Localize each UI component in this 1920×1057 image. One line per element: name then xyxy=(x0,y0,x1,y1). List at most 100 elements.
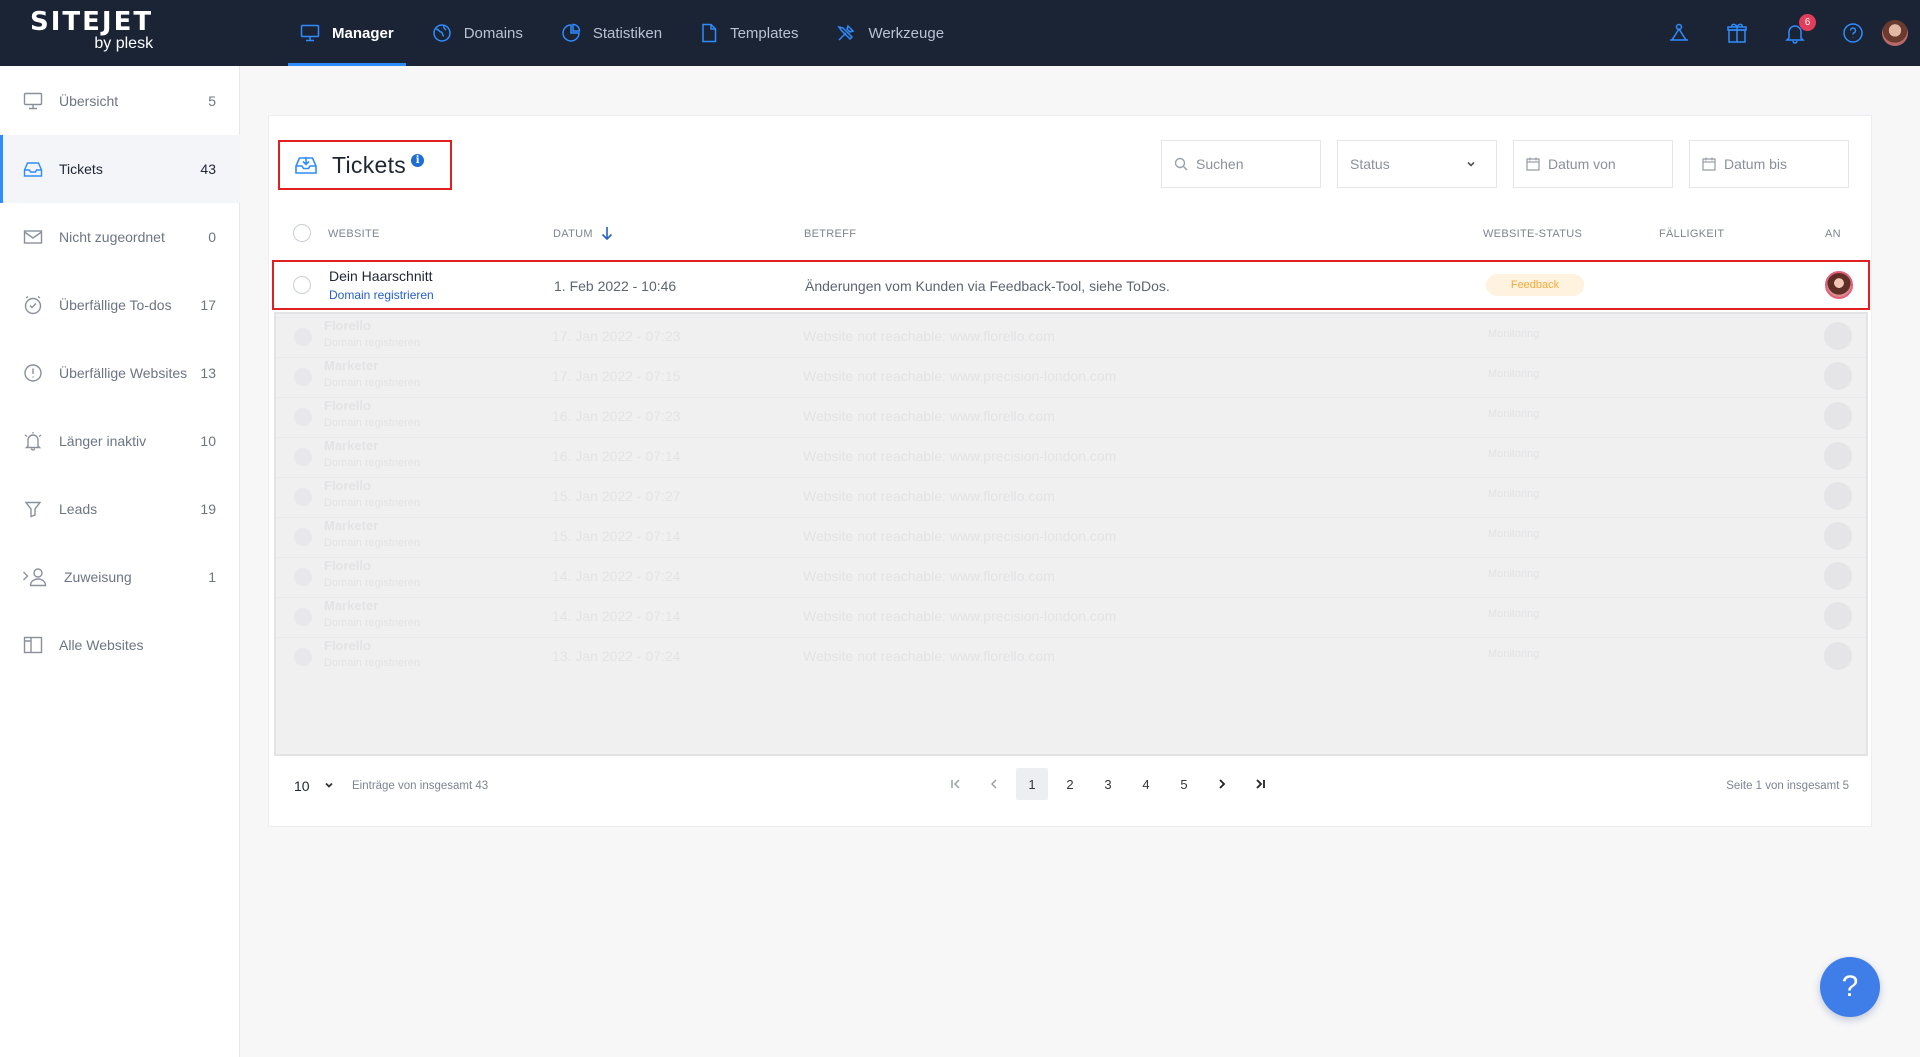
placeholder-checkbox xyxy=(294,328,312,346)
nav-domains[interactable]: Domains xyxy=(420,0,535,66)
sidebar-item-zuweisung[interactable]: Zuweisung 1 xyxy=(0,543,240,611)
sidebar-item-alle-websites[interactable]: Alle Websites xyxy=(0,611,240,679)
row-website-name[interactable]: Dein Haarschnitt xyxy=(329,268,433,284)
row-checkbox[interactable] xyxy=(293,276,311,294)
page-2-button[interactable]: 2 xyxy=(1054,768,1086,800)
placeholder-status: Monitoring xyxy=(1488,608,1540,620)
last-page-button[interactable] xyxy=(1244,768,1276,800)
calendar-icon xyxy=(1702,157,1716,171)
placeholder-avatar xyxy=(1824,482,1852,510)
sidebar-item-leads[interactable]: Leads 19 xyxy=(0,475,240,543)
placeholder-date: 14. Jan 2022 - 07:24 xyxy=(552,568,681,584)
nav-werkzeuge[interactable]: Werkzeuge xyxy=(824,0,956,66)
clock-icon xyxy=(22,294,44,316)
sitejet-logo[interactable]: SITEJET by plesk xyxy=(30,8,153,53)
select-all-checkbox[interactable] xyxy=(293,224,311,242)
sidebar-item-label: Überfällige Websites xyxy=(59,365,188,381)
placeholder-link: Domain registrieren xyxy=(324,337,420,349)
placeholder-link: Domain registrieren xyxy=(324,617,420,629)
placeholder-status: Monitoring xyxy=(1488,568,1540,580)
notifications-button[interactable]: 6 xyxy=(1766,0,1824,66)
search-placeholder: Suchen xyxy=(1196,156,1244,172)
placeholder-link: Domain registrieren xyxy=(324,657,420,669)
placeholder-link: Domain registrieren xyxy=(324,377,420,389)
sort-arrow-down-icon[interactable] xyxy=(601,226,613,240)
placeholder-checkbox xyxy=(294,648,312,666)
sidebar-item-ueberfaellige-websites[interactable]: Überfällige Websites 13 xyxy=(0,339,240,407)
sidebar-item-laenger-inaktiv[interactable]: Länger inaktiv 10 xyxy=(0,407,240,475)
column-betreff[interactable]: BETREFF xyxy=(804,228,856,240)
placeholder-subject: Website not reachable: www.precision-lon… xyxy=(803,528,1117,544)
sidebar: Übersicht 5 Tickets 43 Nicht zugeordnet … xyxy=(0,66,240,1057)
gift-button[interactable] xyxy=(1708,0,1766,66)
placeholder-date: 15. Jan 2022 - 07:27 xyxy=(552,488,681,504)
placeholder-avatar xyxy=(1824,362,1852,390)
placeholder-avatar xyxy=(1824,602,1852,630)
column-datum[interactable]: DATUM xyxy=(553,228,593,240)
placeholder-checkbox xyxy=(294,368,312,386)
page-5-button[interactable]: 5 xyxy=(1168,768,1200,800)
sidebar-item-count: 10 xyxy=(200,433,216,449)
placeholder-website: Marketer xyxy=(324,518,379,533)
column-website[interactable]: WEBSITE xyxy=(328,228,380,240)
user-assign-icon xyxy=(22,566,48,588)
nav-manager[interactable]: Manager xyxy=(288,0,406,66)
nav-statistiken[interactable]: Statistiken xyxy=(549,0,674,66)
column-an[interactable]: AN xyxy=(1825,228,1841,240)
table-row[interactable]: Dein Haarschnitt Domain registrieren 1. … xyxy=(272,260,1870,310)
date-to-input[interactable]: Datum bis xyxy=(1689,140,1849,188)
sidebar-item-count: 5 xyxy=(208,93,216,109)
status-select[interactable]: Status xyxy=(1337,140,1497,188)
column-website-status[interactable]: WEBSITE-STATUS xyxy=(1483,228,1582,240)
question-circle-icon xyxy=(1843,23,1863,43)
row-date: 1. Feb 2022 - 10:46 xyxy=(554,278,677,294)
placeholder-date: 14. Jan 2022 - 07:14 xyxy=(552,608,681,624)
row-domain-link[interactable]: Domain registrieren xyxy=(329,288,434,302)
placeholder-avatar xyxy=(1824,442,1852,470)
community-button[interactable] xyxy=(1650,0,1708,66)
placeholder-website: Florello xyxy=(324,318,371,333)
next-page-button[interactable] xyxy=(1206,768,1238,800)
main-nav: Manager Domains Statistiken Templates We… xyxy=(288,0,970,66)
sidebar-item-ueberfaellige-todos[interactable]: Überfällige To-dos 17 xyxy=(0,271,240,339)
date-from-input[interactable]: Datum von xyxy=(1513,140,1673,188)
page-3-button[interactable]: 3 xyxy=(1092,768,1124,800)
sidebar-item-label: Übersicht xyxy=(59,93,119,109)
chevron-down-icon[interactable] xyxy=(324,780,334,790)
placeholder-website: Florello xyxy=(324,558,371,573)
sidebar-item-tickets[interactable]: Tickets 43 xyxy=(0,135,240,203)
filter-bar: Suchen Status Datum von Datum bis xyxy=(1145,140,1849,188)
inbox-icon xyxy=(22,158,44,180)
help-chat-button[interactable]: ? xyxy=(1820,957,1880,1017)
nav-templates[interactable]: Templates xyxy=(688,0,810,66)
row-subject[interactable]: Änderungen vom Kunden via Feedback-Tool,… xyxy=(805,278,1170,294)
info-icon[interactable]: i xyxy=(411,153,425,167)
placeholder-checkbox xyxy=(294,608,312,626)
first-page-button[interactable] xyxy=(940,768,972,800)
page-4-button[interactable]: 4 xyxy=(1130,768,1162,800)
placeholder-subject: Website not reachable: www.precision-lon… xyxy=(803,608,1117,624)
columns-icon xyxy=(22,634,44,656)
assignee-avatar[interactable] xyxy=(1825,271,1853,299)
sidebar-item-label: Tickets xyxy=(59,161,103,177)
search-input[interactable]: Suchen xyxy=(1161,140,1321,188)
prev-page-button[interactable] xyxy=(978,768,1010,800)
placeholder-link: Domain registrieren xyxy=(324,537,420,549)
nav-werkzeuge-label: Werkzeuge xyxy=(868,24,945,42)
placeholder-subject: Website not reachable: www.florello.com xyxy=(803,568,1055,584)
placeholder-avatar xyxy=(1824,642,1852,670)
page-1-button[interactable]: 1 xyxy=(1016,768,1048,800)
column-faelligkeit[interactable]: FÄLLIGKEIT xyxy=(1659,228,1724,240)
sidebar-item-uebersicht[interactable]: Übersicht 5 xyxy=(0,67,240,135)
placeholder-subject: Website not reachable: www.precision-lon… xyxy=(803,368,1117,384)
network-icon xyxy=(1670,23,1688,41)
nav-templates-label: Templates xyxy=(730,24,799,42)
placeholder-avatar xyxy=(1824,562,1852,590)
user-avatar[interactable] xyxy=(1882,20,1908,46)
placeholder-website: Marketer xyxy=(324,358,379,373)
per-page-select[interactable]: 10 xyxy=(294,778,310,794)
sidebar-item-nicht-zugeordnet[interactable]: Nicht zugeordnet 0 xyxy=(0,203,240,271)
tickets-card: Tickets i Suchen Status Datum von Datum … xyxy=(268,115,1872,827)
top-icons: 6 xyxy=(1650,0,1920,66)
help-top-button[interactable] xyxy=(1824,0,1882,66)
